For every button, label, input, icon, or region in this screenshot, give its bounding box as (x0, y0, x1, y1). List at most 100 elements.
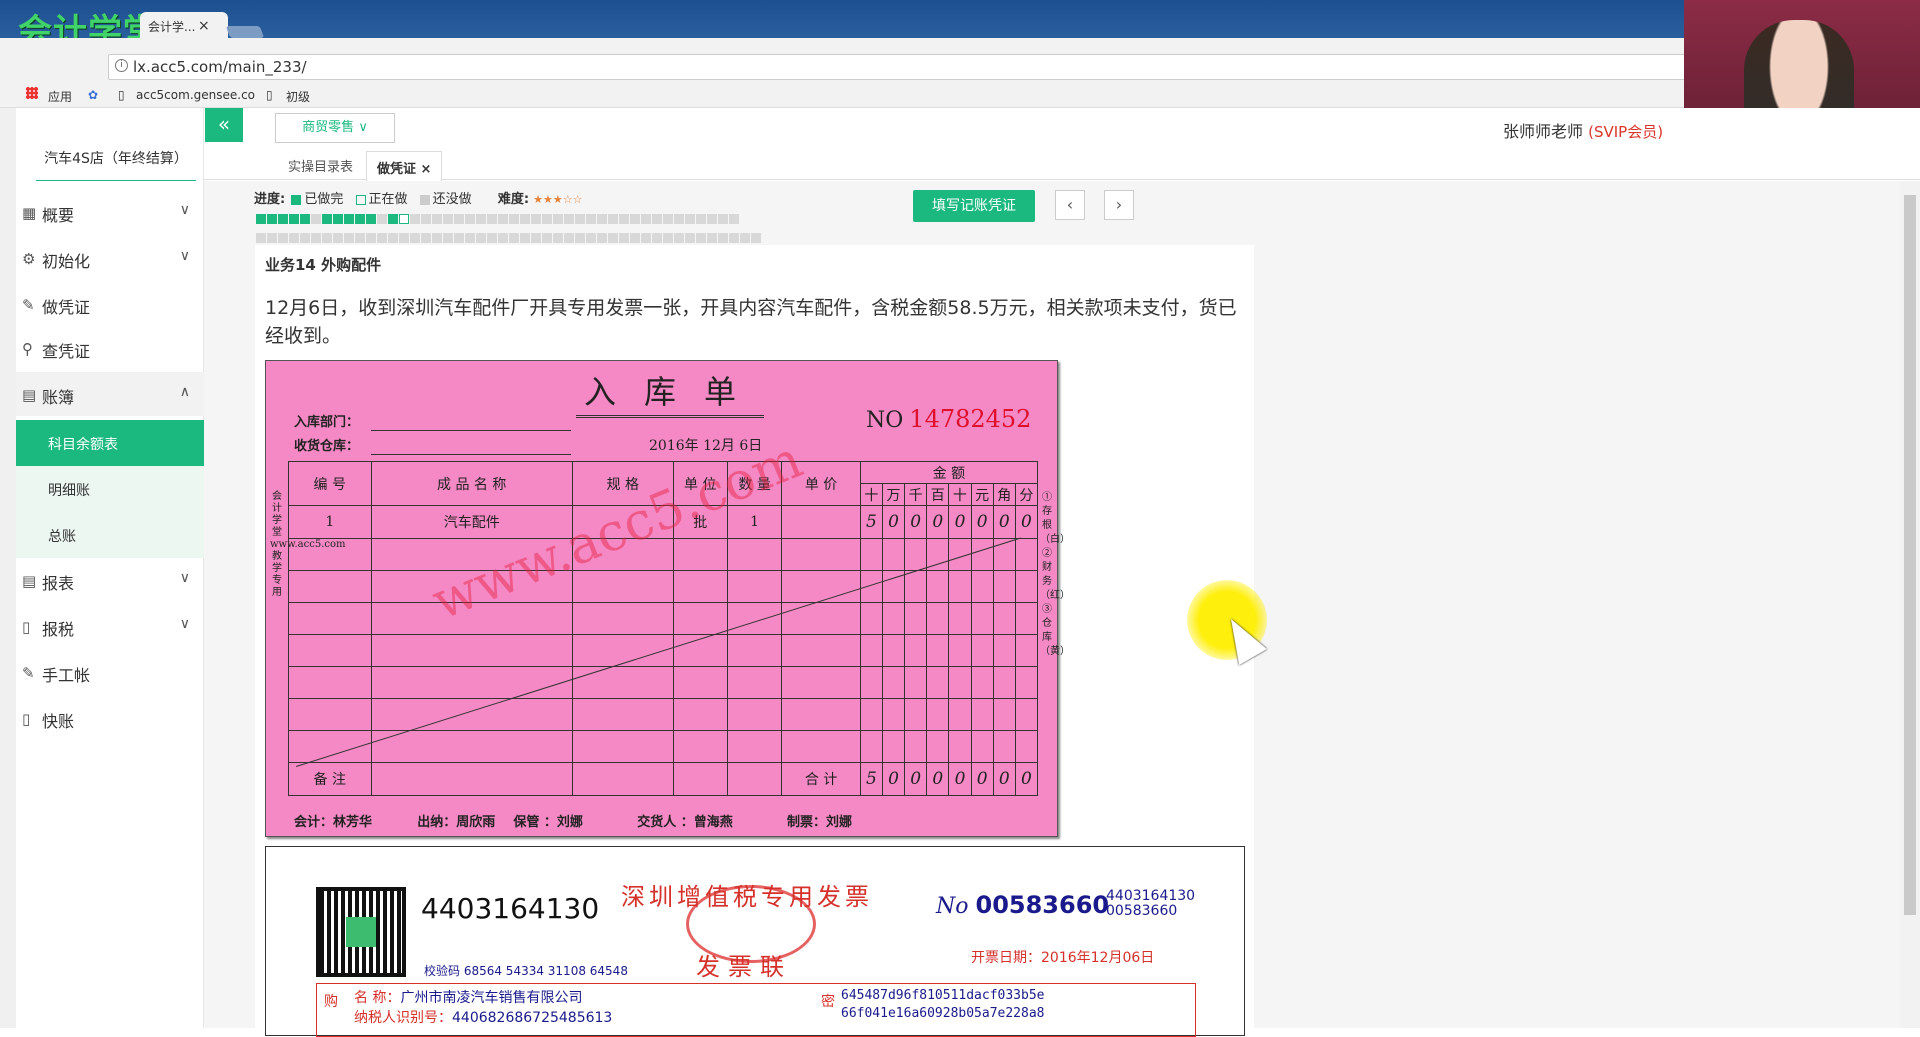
progress-cell[interactable] (278, 214, 288, 224)
progress-cell[interactable] (498, 214, 508, 224)
progress-cell[interactable] (553, 233, 563, 243)
progress-cell[interactable] (476, 233, 486, 243)
progress-cell[interactable] (256, 214, 266, 224)
progress-cell[interactable] (718, 214, 728, 224)
progress-cell[interactable] (267, 214, 277, 224)
progress-cell[interactable] (399, 233, 409, 243)
apps-icon[interactable] (26, 87, 38, 99)
progress-cell[interactable] (553, 214, 563, 224)
progress-cell[interactable] (586, 214, 596, 224)
nav-query-voucher[interactable]: ⚲ 查凭证 (16, 326, 204, 370)
info-icon[interactable]: i (115, 59, 128, 72)
progress-cell[interactable] (542, 214, 552, 224)
sub-general[interactable]: 总账 (16, 512, 204, 558)
url-input[interactable]: i lx.acc5.com/main_233/ (108, 54, 1698, 80)
next-button[interactable]: › (1104, 190, 1134, 220)
progress-cell[interactable] (421, 214, 431, 224)
progress-cell[interactable] (432, 214, 442, 224)
progress-cell[interactable] (729, 233, 739, 243)
progress-cell[interactable] (289, 214, 299, 224)
progress-cell[interactable] (487, 214, 497, 224)
user-info[interactable]: 张师师老师 (SVIP会员) (1503, 118, 1663, 142)
progress-cell[interactable] (487, 233, 497, 243)
progress-cell[interactable] (575, 233, 585, 243)
progress-cell[interactable] (663, 214, 673, 224)
progress-cell[interactable] (366, 233, 376, 243)
progress-cell[interactable] (388, 214, 398, 224)
scrollbar[interactable] (1900, 181, 1920, 1028)
progress-cell[interactable] (608, 214, 618, 224)
progress-cell[interactable] (707, 233, 717, 243)
progress-cell[interactable] (410, 214, 420, 224)
progress-cell[interactable] (366, 214, 376, 224)
progress-cell[interactable] (432, 233, 442, 243)
progress-cell[interactable] (674, 214, 684, 224)
prev-button[interactable]: ‹ (1055, 190, 1085, 220)
progress-cell[interactable] (564, 233, 574, 243)
progress-cell[interactable] (696, 233, 706, 243)
progress-cell[interactable] (333, 233, 343, 243)
scrollbar-thumb[interactable] (1904, 195, 1916, 915)
collapse-sidebar-button[interactable]: « (205, 108, 243, 142)
progress-cell[interactable] (597, 214, 607, 224)
progress-cell[interactable] (630, 233, 640, 243)
progress-cell[interactable] (531, 214, 541, 224)
industry-dropdown[interactable]: 商贸零售 ∨ (275, 113, 395, 143)
progress-cell[interactable] (685, 214, 695, 224)
sub-balance[interactable]: 科目余额表 (16, 420, 204, 466)
bookmark-gensee[interactable]: acc5com.gensee.co (136, 88, 255, 102)
progress-cell[interactable] (641, 233, 651, 243)
progress-cell[interactable] (619, 214, 629, 224)
progress-cell[interactable] (443, 214, 453, 224)
progress-cell[interactable] (718, 233, 728, 243)
progress-cell[interactable] (289, 233, 299, 243)
progress-cell[interactable] (652, 233, 662, 243)
progress-cell[interactable] (586, 233, 596, 243)
nav-make-voucher[interactable]: ✎ 做凭证 (16, 282, 204, 326)
new-tab-button[interactable] (225, 26, 265, 38)
nav-quick[interactable]: ▯ 快账 (16, 696, 204, 740)
progress-cell[interactable] (322, 214, 332, 224)
progress-cell[interactable] (674, 233, 684, 243)
progress-cell[interactable] (388, 233, 398, 243)
bookmark-chuji[interactable]: 初级 (286, 88, 310, 105)
progress-cell[interactable] (355, 214, 365, 224)
progress-cell[interactable] (333, 214, 343, 224)
progress-cell[interactable] (707, 214, 717, 224)
progress-cell[interactable] (619, 233, 629, 243)
paw-icon[interactable]: ✿ (88, 88, 98, 102)
progress-cell[interactable] (597, 233, 607, 243)
progress-cell[interactable] (531, 233, 541, 243)
progress-cell[interactable] (509, 214, 519, 224)
progress-cell[interactable] (377, 233, 387, 243)
progress-cell[interactable] (443, 233, 453, 243)
progress-cell[interactable] (696, 214, 706, 224)
progress-cell[interactable] (256, 233, 266, 243)
tab-catalog[interactable]: 实操目录表 (288, 156, 353, 175)
progress-cell[interactable] (575, 214, 585, 224)
nav-init[interactable]: ⚙ 初始化 ∨ (16, 236, 204, 280)
nav-ledger[interactable]: ▤ 账簿 ∧ (16, 372, 204, 416)
progress-cell[interactable] (564, 214, 574, 224)
fill-voucher-button[interactable]: 填写记账凭证 (913, 190, 1035, 222)
nav-manual[interactable]: ✎ 手工帐 (16, 650, 204, 694)
progress-cell[interactable] (267, 233, 277, 243)
progress-cell[interactable] (454, 214, 464, 224)
progress-cell[interactable] (740, 233, 750, 243)
progress-cell[interactable] (520, 214, 530, 224)
progress-cell[interactable] (300, 214, 310, 224)
progress-cell[interactable] (410, 233, 420, 243)
progress-cell[interactable] (300, 233, 310, 243)
bookmark-apps[interactable]: 应用 (48, 88, 72, 105)
sub-detail[interactable]: 明细账 (16, 466, 204, 512)
progress-cell[interactable] (421, 233, 431, 243)
progress-cell[interactable] (344, 214, 354, 224)
nav-tax[interactable]: ▯ 报税 ∨ (16, 604, 204, 648)
progress-cell[interactable] (278, 233, 288, 243)
progress-cell[interactable] (399, 214, 409, 224)
progress-cell[interactable] (630, 214, 640, 224)
progress-cell[interactable] (311, 214, 321, 224)
progress-cell[interactable] (322, 233, 332, 243)
tab-make-voucher[interactable]: 做凭证 × (366, 151, 443, 181)
progress-cell[interactable] (729, 214, 739, 224)
